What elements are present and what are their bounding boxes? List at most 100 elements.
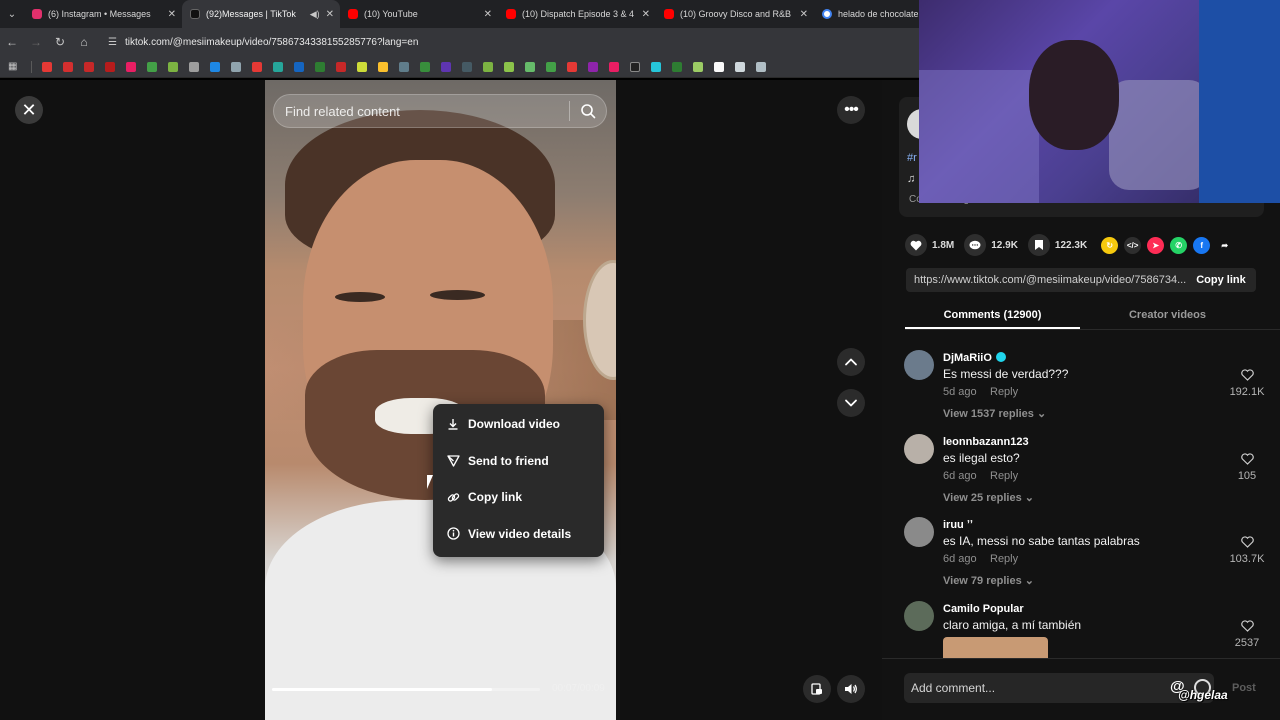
menu-item-download-video[interactable]: Download video: [433, 406, 604, 443]
comment-like-heart-icon[interactable]: [1237, 535, 1257, 553]
comment-avatar[interactable]: [904, 517, 934, 547]
bookmark-icon[interactable]: [693, 61, 704, 72]
bookmark-icon[interactable]: [126, 61, 137, 72]
music-icon[interactable]: ♫: [907, 173, 915, 185]
send-to-friends-icon[interactable]: ➤: [1147, 236, 1165, 254]
bookmark-icon[interactable]: [567, 61, 578, 72]
bookmark-icon[interactable]: [462, 61, 473, 72]
close-tab-icon[interactable]: ✕: [484, 9, 492, 20]
more-options-icon[interactable]: •••: [837, 96, 865, 124]
bookmark-icon[interactable]: [672, 61, 683, 72]
tab-creator-videos[interactable]: Creator videos: [1080, 302, 1255, 329]
close-video-button[interactable]: ✕: [15, 96, 43, 124]
share-arrow-icon[interactable]: ➦: [1216, 237, 1233, 254]
bookmark-icon[interactable]: [84, 61, 95, 72]
comment-reply-button[interactable]: Reply: [990, 553, 1018, 565]
comment-avatar[interactable]: [904, 434, 934, 464]
tab-search-chevron-icon[interactable]: ⌄: [0, 0, 24, 28]
volume-icon[interactable]: [837, 675, 865, 703]
share-link-url[interactable]: https://www.tiktok.com/@mesiimakeup/vide…: [906, 268, 1186, 292]
close-tab-icon[interactable]: ✕: [168, 9, 176, 20]
apps-grid-icon[interactable]: ▦: [8, 61, 17, 72]
copy-link-button[interactable]: Copy link: [1186, 268, 1256, 292]
like-button[interactable]: 1.8M: [905, 234, 954, 256]
related-search-input[interactable]: [274, 103, 569, 119]
back-arrow-icon[interactable]: ←: [0, 28, 24, 56]
bookmark-icon[interactable]: [651, 61, 662, 72]
save-button[interactable]: 122.3K: [1027, 234, 1087, 256]
video-player[interactable]: [265, 80, 616, 720]
bookmark-icon[interactable]: [189, 61, 200, 72]
view-replies-button[interactable]: View 1537 replies ⌄: [943, 407, 1046, 420]
bookmark-icon[interactable]: [483, 61, 494, 72]
comment-avatar[interactable]: [904, 601, 934, 631]
bookmark-icon[interactable]: [210, 61, 221, 72]
menu-item-view-video-details[interactable]: View video details: [433, 516, 604, 553]
bookmark-icon[interactable]: [399, 61, 410, 72]
embed-code-icon[interactable]: </>: [1124, 236, 1142, 254]
menu-item-copy-link[interactable]: Copy link: [433, 479, 604, 516]
search-icon[interactable]: [570, 94, 606, 128]
bookmark-icon[interactable]: [168, 61, 179, 72]
menu-item-send-to-friend[interactable]: Send to friend: [433, 443, 604, 480]
picture-in-picture-icon[interactable]: [803, 675, 831, 703]
view-replies-button[interactable]: View 25 replies ⌄: [943, 491, 1034, 504]
comment-avatar[interactable]: [904, 350, 934, 380]
whatsapp-icon[interactable]: ✆: [1170, 236, 1188, 254]
bookmark-icon[interactable]: [147, 61, 158, 72]
bookmark-icon[interactable]: [42, 61, 53, 72]
comment-reply-button[interactable]: Reply: [990, 386, 1018, 398]
comment-like-heart-icon[interactable]: [1237, 619, 1257, 637]
browser-tab[interactable]: (6) Instagram • Messages ✕: [24, 0, 182, 28]
close-tab-icon[interactable]: ✕: [642, 9, 650, 20]
comment-like-heart-icon[interactable]: [1237, 452, 1257, 470]
bookmark-icon[interactable]: [756, 61, 767, 72]
bookmark-icon[interactable]: [231, 61, 242, 72]
post-comment-button[interactable]: Post: [1232, 682, 1256, 694]
bookmark-icon[interactable]: [735, 61, 746, 72]
browser-tab[interactable]: (10) Groovy Disco and R&B Mi ✕: [656, 0, 814, 28]
comment-username[interactable]: Camilo Popular: [943, 603, 1024, 615]
comment-input[interactable]: [904, 673, 1154, 703]
site-info-icon[interactable]: ☰: [108, 37, 117, 48]
comment-image-attachment[interactable]: [943, 637, 1048, 660]
comment-reply-button[interactable]: Reply: [990, 470, 1018, 482]
previous-video-chevron-up-icon[interactable]: [837, 348, 865, 376]
home-icon[interactable]: ⌂: [72, 28, 96, 56]
repost-icon[interactable]: ↻: [1101, 236, 1119, 254]
bookmark-icon[interactable]: [546, 61, 557, 72]
comment-like-heart-icon[interactable]: [1237, 368, 1257, 386]
bookmark-icon[interactable]: [315, 61, 326, 72]
bookmark-icon[interactable]: [630, 61, 641, 72]
browser-tab-active[interactable]: (92)Messages | TikTok ◀) ✕: [182, 0, 340, 28]
view-replies-button[interactable]: View 79 replies ⌄: [943, 574, 1034, 587]
facebook-icon[interactable]: f: [1193, 236, 1211, 254]
comment-button[interactable]: 12.9K: [964, 234, 1018, 256]
close-tab-icon[interactable]: ✕: [800, 9, 808, 20]
forward-arrow-icon[interactable]: →: [24, 28, 48, 56]
bookmark-icon[interactable]: [714, 61, 725, 72]
bookmark-icon[interactable]: [504, 61, 515, 72]
bookmark-icon[interactable]: [420, 61, 431, 72]
bookmark-icon[interactable]: [357, 61, 368, 72]
comment-username[interactable]: leonnbazann123: [943, 436, 1029, 448]
bookmark-icon[interactable]: [63, 61, 74, 72]
comment-username[interactable]: DjMaRiiO: [943, 352, 1006, 364]
bookmark-icon[interactable]: [336, 61, 347, 72]
bookmark-icon[interactable]: [273, 61, 284, 72]
bookmark-icon[interactable]: [588, 61, 599, 72]
bookmark-icon[interactable]: [294, 61, 305, 72]
bookmark-icon[interactable]: [441, 61, 452, 72]
comment-username[interactable]: iruu ʼʼ: [943, 519, 973, 531]
bookmark-icon[interactable]: [525, 61, 536, 72]
browser-tab[interactable]: (10) YouTube ✕: [340, 0, 498, 28]
close-tab-icon[interactable]: ✕: [326, 9, 334, 20]
video-progress-bar[interactable]: [272, 688, 540, 691]
bookmark-icon[interactable]: [252, 61, 263, 72]
tab-comments[interactable]: Comments (12900): [905, 302, 1080, 329]
browser-tab[interactable]: helado de chocolate -: [814, 0, 924, 28]
browser-tab[interactable]: (10) Dispatch Episode 3 & 4 Ful ✕: [498, 0, 656, 28]
bookmark-icon[interactable]: [105, 61, 116, 72]
speaker-icon[interactable]: ◀): [310, 9, 320, 20]
bookmark-icon[interactable]: [609, 61, 620, 72]
